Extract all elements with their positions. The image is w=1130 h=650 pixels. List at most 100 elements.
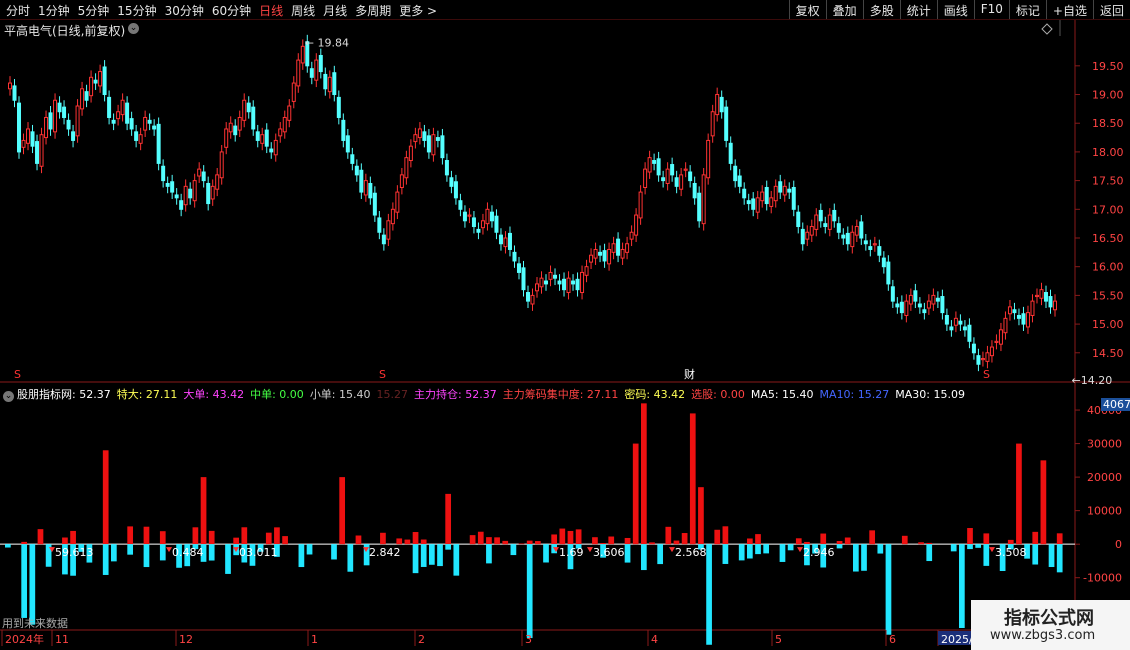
candle-body xyxy=(1012,309,1017,314)
volume-bar-negative xyxy=(1032,544,1039,565)
candle-body xyxy=(1039,289,1044,299)
indicator-item: MA30: 15.09 xyxy=(895,388,965,401)
volume-bar-positive xyxy=(608,536,615,545)
candle-body xyxy=(706,139,711,179)
volume-bar-negative xyxy=(787,544,794,551)
candle-body xyxy=(1025,312,1030,328)
volume-bar-negative xyxy=(624,544,631,563)
candle-body xyxy=(589,254,594,263)
candle-body xyxy=(264,129,269,147)
volume-bar-negative xyxy=(208,544,215,561)
candle-body xyxy=(512,251,517,262)
candle-body xyxy=(890,286,895,302)
candle-body xyxy=(904,300,909,316)
candle-body xyxy=(625,243,630,253)
candle-body xyxy=(985,352,990,362)
volume-bar-positive xyxy=(869,530,876,545)
volume-bar-positive xyxy=(559,528,566,545)
candle-body xyxy=(1007,306,1012,315)
volume-bar-positive xyxy=(1016,443,1022,545)
candle-body xyxy=(908,294,913,305)
candle-body xyxy=(224,128,229,148)
volume-bar-positive xyxy=(233,537,240,545)
volume-bar-negative xyxy=(706,544,712,645)
price-tick-label: 17.50 xyxy=(1092,175,1124,188)
volume-label: 2.568 xyxy=(675,546,707,559)
candle-body xyxy=(66,119,71,130)
candle-body xyxy=(778,181,783,193)
volume-tick-label: 0 xyxy=(1115,538,1122,551)
candle-body xyxy=(674,177,679,187)
volume-bar-negative xyxy=(298,544,305,568)
volume-bar-negative xyxy=(755,544,761,555)
volume-bar-positive xyxy=(681,533,688,545)
candle-body xyxy=(408,145,413,162)
candle-body xyxy=(273,139,278,156)
candle-body xyxy=(647,157,652,173)
candle-body xyxy=(404,157,409,179)
candle-body xyxy=(35,141,40,164)
candle-body xyxy=(607,248,612,265)
price-tick-label: 15.00 xyxy=(1092,318,1124,331)
candle-body xyxy=(949,326,954,331)
candle-body xyxy=(535,283,540,292)
volume-bar-negative xyxy=(102,544,109,575)
candle-body xyxy=(661,177,666,182)
candle-body xyxy=(787,188,792,193)
volume-bar-positive xyxy=(722,526,729,545)
candle-body xyxy=(697,192,702,222)
candle-body xyxy=(480,220,485,229)
volume-bar-negative xyxy=(1056,544,1063,573)
indicator-item: 特大: 27.11 xyxy=(116,388,178,401)
volume-bar-negative xyxy=(453,544,460,576)
volume-bar-negative xyxy=(959,544,965,628)
volume-bar-negative xyxy=(738,544,745,561)
candle-body xyxy=(516,263,521,273)
volume-bar-positive xyxy=(624,537,631,545)
x-tick-label: 11 xyxy=(55,633,69,646)
volume-label: 3.508 xyxy=(995,546,1027,559)
volume-bar-positive xyxy=(208,530,215,545)
chevron-down-icon[interactable]: ⌄ xyxy=(3,391,14,402)
candle-body xyxy=(818,209,823,222)
volume-bar-positive xyxy=(21,541,28,545)
candle-body xyxy=(791,186,796,210)
candle-body xyxy=(733,165,738,182)
candle-body xyxy=(359,169,364,193)
volume-label: 0.484 xyxy=(172,546,204,559)
candle-body xyxy=(444,160,449,176)
volume-tick-label: 20000 xyxy=(1087,471,1122,484)
volume-bar-negative xyxy=(347,544,354,572)
candle-body xyxy=(12,85,17,101)
candle-body xyxy=(1043,292,1048,302)
candle-body xyxy=(1034,294,1039,298)
candle-body xyxy=(287,105,292,121)
candle-body xyxy=(426,135,431,153)
candle-body xyxy=(971,343,976,354)
candle-body xyxy=(485,208,490,225)
volume-bar-positive xyxy=(494,537,500,545)
candle-body xyxy=(449,177,454,187)
indicator-item: 15.27 xyxy=(376,388,409,401)
volume-bar-negative xyxy=(950,544,957,552)
candle-body xyxy=(773,185,778,202)
candle-body xyxy=(823,223,828,228)
candle-body xyxy=(309,68,314,78)
volume-bar-negative xyxy=(127,544,134,555)
x-tick-label: 2 xyxy=(418,633,425,646)
volume-bar-positive xyxy=(200,477,207,545)
candle-body xyxy=(782,185,787,196)
candle-body xyxy=(796,211,801,228)
candle-body xyxy=(1003,317,1008,334)
candle-body xyxy=(399,174,404,188)
candle-body xyxy=(102,66,107,96)
candle-body xyxy=(413,134,418,143)
candle-body xyxy=(251,106,256,130)
candle-body xyxy=(1021,313,1026,325)
price-tick-label: 18.50 xyxy=(1092,117,1124,130)
candle-body xyxy=(701,174,706,225)
volume-bar-positive xyxy=(486,537,492,545)
indicator-item: 主力持仓: 52.37 xyxy=(414,388,497,401)
volume-bar-positive xyxy=(747,538,753,545)
candle-body xyxy=(318,54,323,73)
